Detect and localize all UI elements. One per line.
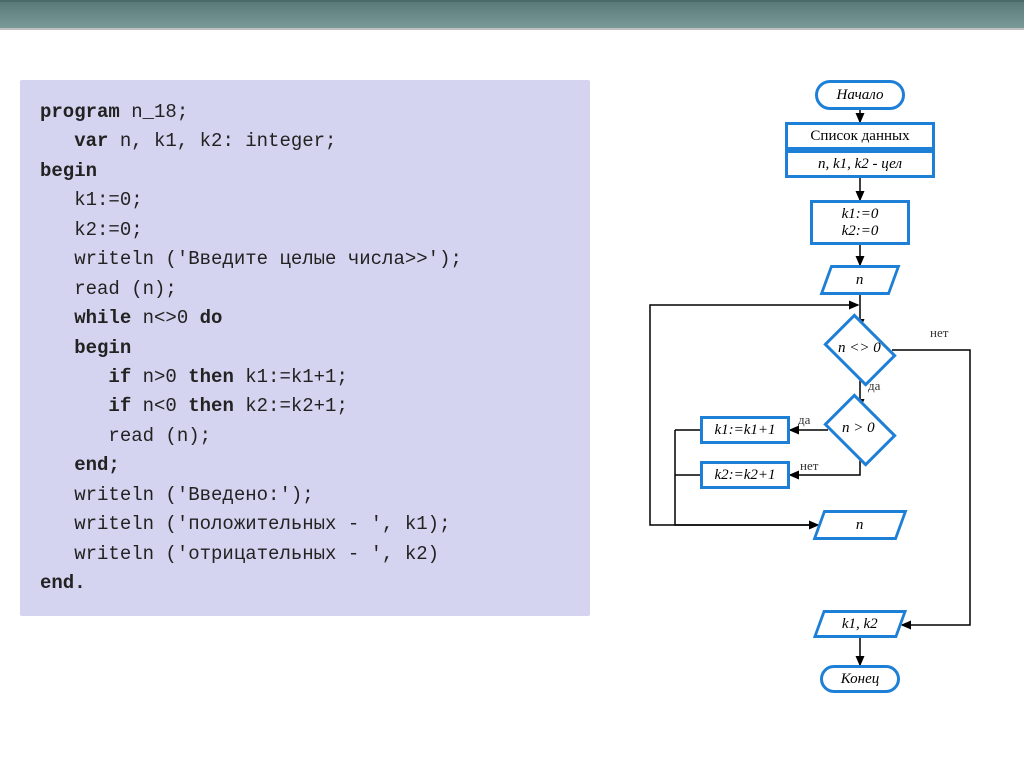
- label-no-2: нет: [800, 458, 818, 474]
- block-k1inc: k1:=k1+1: [700, 416, 790, 444]
- decision-loop-label: n <> 0: [838, 340, 881, 357]
- content-area: program n_18; var n, k1, k2: integer; be…: [0, 30, 1024, 740]
- pascal-code: program n_18; var n, k1, k2: integer; be…: [40, 98, 570, 598]
- terminator-end: Конец: [820, 665, 900, 693]
- block-list: Список данных: [785, 122, 935, 150]
- header-band: [0, 0, 1024, 30]
- label-yes-2: да: [798, 412, 810, 428]
- label-no-1: нет: [930, 325, 948, 341]
- block-init: k1:=0 k2:=0: [810, 200, 910, 245]
- io-output: k1, k2: [813, 610, 907, 638]
- block-k2inc: k2:=k2+1: [700, 461, 790, 489]
- io-read-n2: n: [813, 510, 908, 540]
- code-block: program n_18; var n, k1, k2: integer; be…: [20, 80, 590, 616]
- decision-positive-label: n > 0: [842, 420, 875, 437]
- terminator-start: Начало: [815, 80, 905, 110]
- block-vars: n, k1, k2 - цел: [785, 150, 935, 178]
- io-read-n: n: [820, 265, 901, 295]
- label-yes-1: да: [868, 378, 880, 394]
- flowchart: Начало Список данных n, k1, k2 - цел k1:…: [630, 80, 1000, 720]
